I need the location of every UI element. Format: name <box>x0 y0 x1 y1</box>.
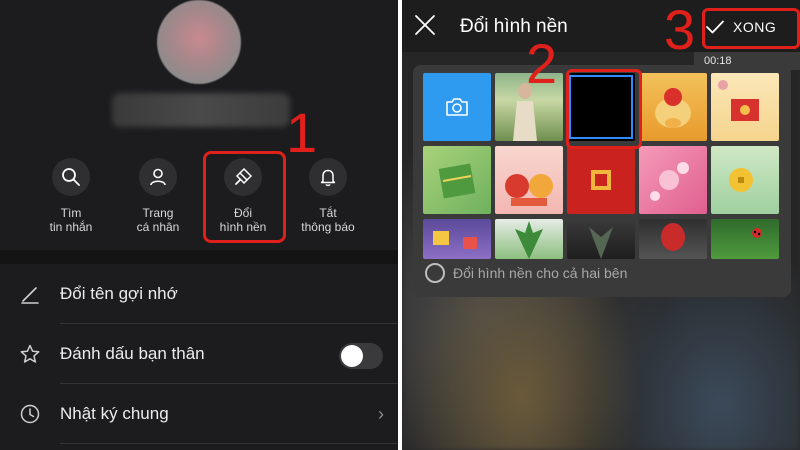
shared-diary-row[interactable]: Nhật ký chung › <box>0 384 398 444</box>
profile-button[interactable]: Trang cá nhân <box>118 158 198 234</box>
search-messages-button[interactable]: Tìm tin nhắn <box>31 158 111 234</box>
row-label: Nhật ký chung <box>60 404 169 423</box>
both-sides-checkbox[interactable] <box>425 263 445 283</box>
toggle-knob <box>341 345 363 367</box>
action-label: Trang cá nhân <box>136 206 180 234</box>
both-sides-option[interactable]: Đổi hình nền cho cả hai bên <box>425 263 627 283</box>
cake-illustration <box>438 163 476 199</box>
mark-best-friend-row[interactable]: Đánh dấu bạn thân <box>0 324 398 384</box>
wallpaper-tile-red-envelope[interactable] <box>567 146 635 214</box>
search-icon <box>62 168 80 186</box>
step1-highlight <box>203 151 286 243</box>
action-label: Tắt thông báo <box>301 206 355 234</box>
ox-illustration <box>655 88 691 128</box>
wallpaper-tile-ladybug[interactable] <box>711 219 779 259</box>
step1-number: 1 <box>286 101 318 164</box>
rename-alias-row[interactable]: Đổi tên gợi nhớ <box>0 264 398 324</box>
coin-illustration <box>729 168 753 192</box>
oxen-illustration <box>505 174 553 206</box>
step3-number: 3 <box>664 0 696 61</box>
envelope-illustration <box>718 80 759 121</box>
user-icon <box>150 168 166 186</box>
wallpaper-tile-purple-gift[interactable] <box>423 219 491 259</box>
wallpaper-picker-panel: Đổi hình nền XONG 00:18 Đổi hình nền cho… <box>402 0 800 450</box>
step2-highlight <box>566 69 642 149</box>
wallpaper-tile-leaves[interactable] <box>495 219 563 259</box>
tulip-illustration <box>661 223 685 251</box>
flower-illustration <box>650 162 689 201</box>
wallpaper-tile-ox[interactable] <box>639 73 707 141</box>
wallpaper-tile-dark-plant[interactable] <box>567 219 635 259</box>
bell-icon <box>320 169 336 187</box>
ladybug-illustration <box>752 228 762 238</box>
mute-notifications-button[interactable]: Tắt thông báo <box>288 158 368 234</box>
row-label: Đổi tên gợi nhớ <box>60 284 178 303</box>
wallpaper-tile-peach-flowers[interactable] <box>639 146 707 214</box>
chevron-right-icon: › <box>378 404 384 424</box>
divider <box>60 443 398 444</box>
both-sides-label: Đổi hình nền cho cả hai bên <box>453 265 628 281</box>
gift-illustration <box>433 231 477 249</box>
avatar[interactable] <box>157 0 241 84</box>
step3-highlight <box>702 8 800 49</box>
wallpaper-tile-envelope[interactable] <box>711 73 779 141</box>
camera-icon <box>446 98 468 116</box>
wallpaper-tile-gold-coin[interactable] <box>711 146 779 214</box>
red-envelope-illustration <box>591 170 611 190</box>
pencil-icon <box>21 287 39 304</box>
wallpaper-tile-banh-chung[interactable] <box>423 146 491 214</box>
wallpaper-tile-tulip[interactable] <box>639 219 707 259</box>
plant-illustration <box>589 227 613 259</box>
star-icon <box>20 344 40 363</box>
wallpaper-tile-two-oxen[interactable] <box>495 146 563 214</box>
clock-icon <box>20 404 40 424</box>
row-label: Đánh dấu bạn thân <box>60 344 205 363</box>
conversation-options-panel: Tìm tin nhắn Trang cá nhân Đổi hình nền <box>0 0 398 450</box>
section-separator <box>0 250 398 264</box>
leaf-illustration <box>515 221 543 259</box>
action-label: Tìm tin nhắn <box>49 206 93 234</box>
close-icon[interactable] <box>414 14 436 36</box>
best-friend-toggle[interactable] <box>339 343 383 369</box>
camera-tile[interactable] <box>423 73 491 141</box>
step2-number: 2 <box>526 32 558 95</box>
contact-name-blurred <box>112 93 290 127</box>
